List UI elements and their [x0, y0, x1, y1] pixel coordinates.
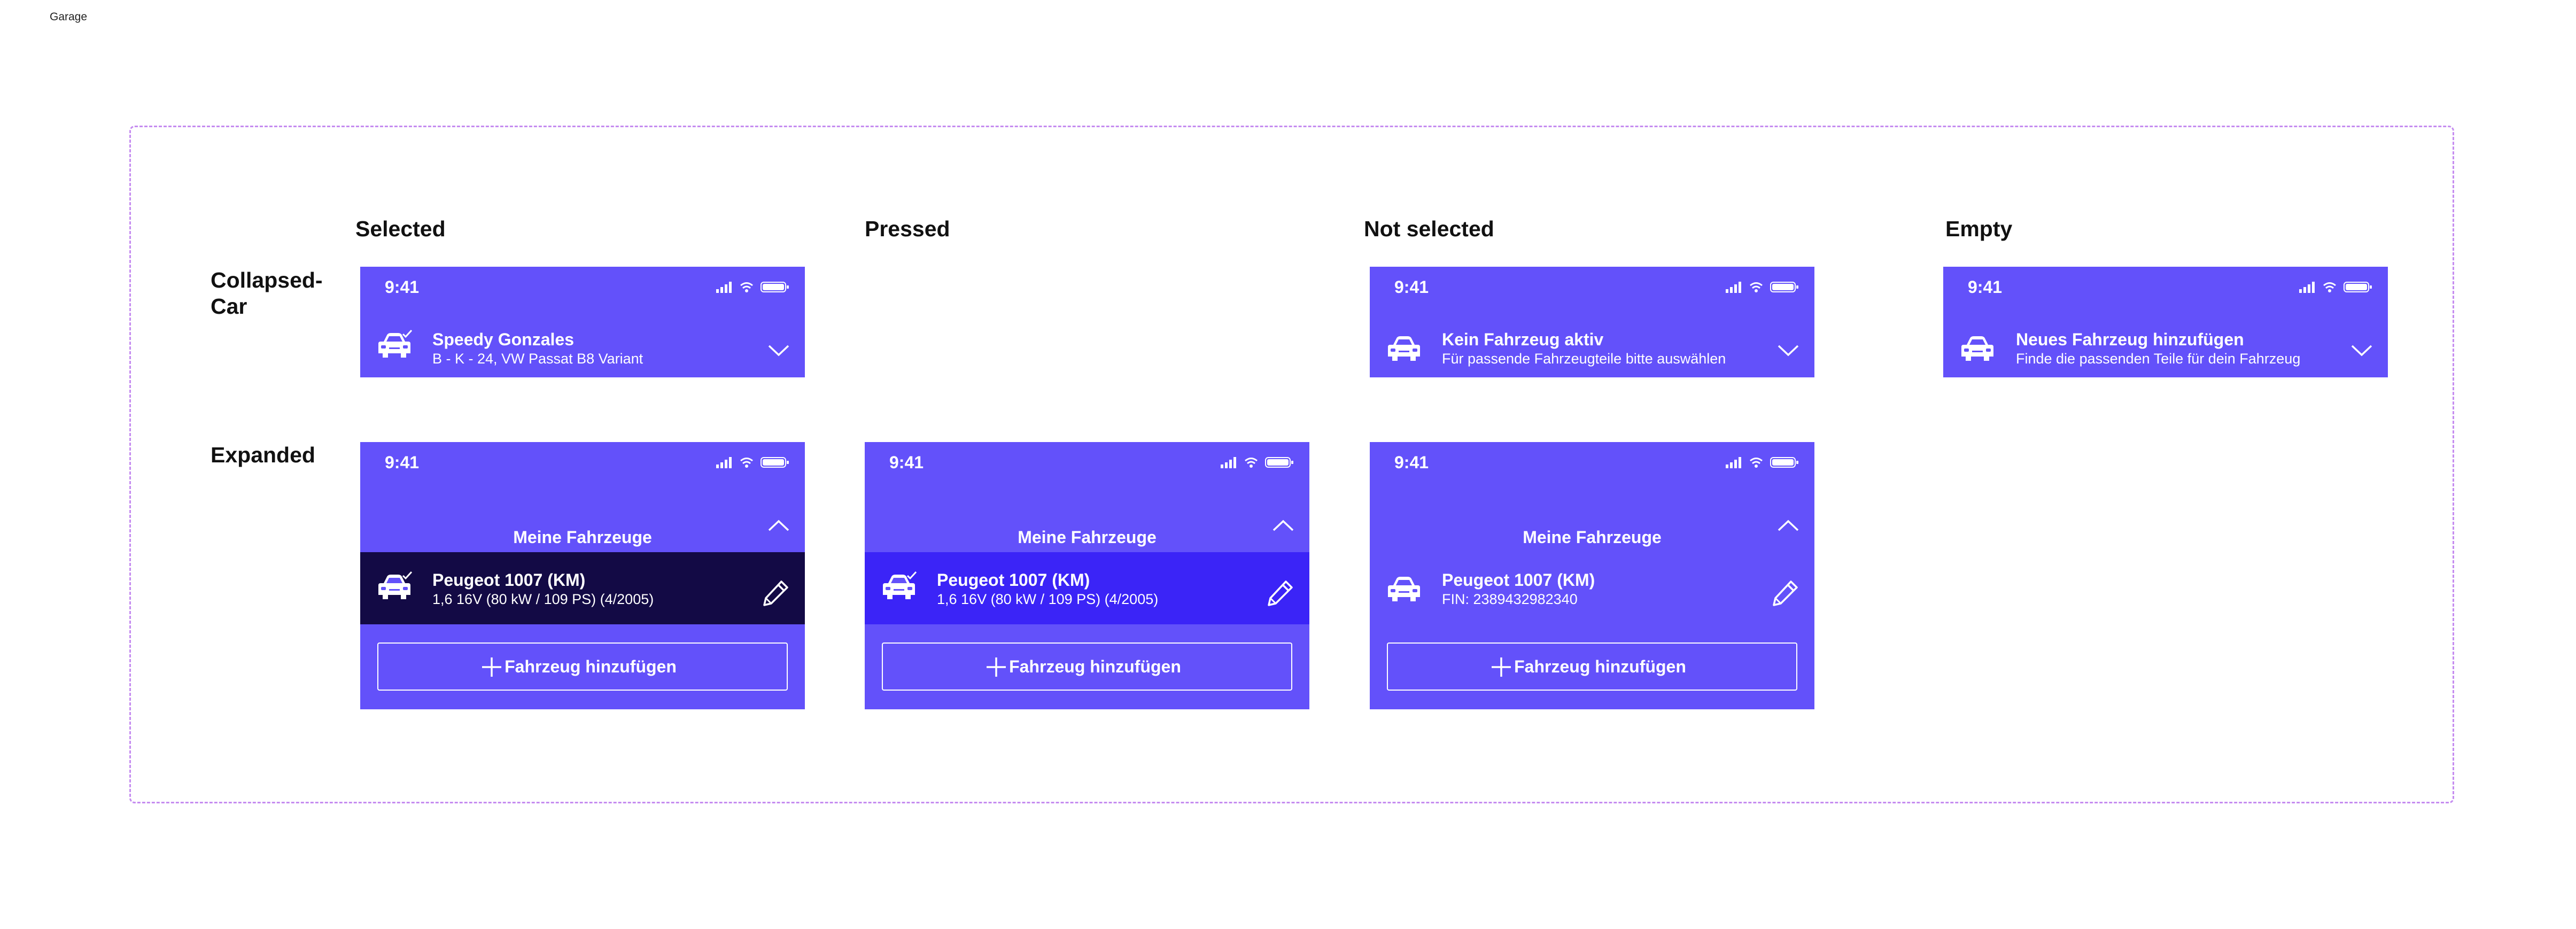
status-time: 9:41 — [385, 453, 420, 472]
status-time: 9:41 — [1968, 277, 2003, 297]
status-time: 9:41 — [1394, 453, 1429, 472]
expanded-pressed-card: 9:41 Meine Fahrzeuge Peugeot 1007 (KM) 1… — [865, 442, 1309, 709]
vehicle-list-item[interactable]: Peugeot 1007 (KM) FIN: 2389432982340 — [1370, 552, 1814, 624]
column-title-pressed: Pressed — [865, 216, 950, 241]
vehicle-title: Kein Fahrzeug aktiv — [1442, 330, 1604, 349]
car-check-icon — [376, 571, 413, 602]
add-vehicle-label: Fahrzeug hinzufügen — [505, 657, 677, 676]
expanded-not-selected-card: 9:41 Meine Fahrzeuge Peugeot 1007 (KM) F… — [1370, 442, 1814, 709]
edit-icon[interactable] — [762, 579, 790, 607]
status-icons — [1726, 456, 1801, 469]
chevron-down-icon[interactable] — [767, 344, 790, 358]
add-vehicle-label: Fahrzeug hinzufügen — [1009, 657, 1181, 676]
edit-icon[interactable] — [1772, 579, 1799, 607]
status-icons — [716, 281, 791, 293]
vehicle-title: Peugeot 1007 (KM) — [432, 570, 586, 590]
row-title-collapsed-car: Collapsed-Car — [211, 268, 323, 319]
chevron-down-icon[interactable] — [1777, 344, 1799, 358]
status-icons — [2299, 281, 2374, 293]
chevron-up-icon[interactable] — [1777, 518, 1799, 532]
garage-header-title: Meine Fahrzeuge — [513, 528, 652, 547]
collapsed-not-selected-card[interactable]: 9:41 Kein Fahrzeug aktiv Für passende Fa… — [1370, 267, 1814, 377]
collapsed-selected-card[interactable]: 9:41 Speedy Gonzales B - K - 24, VW Pass… — [360, 267, 805, 377]
vehicle-subtitle: B - K - 24, VW Passat B8 Variant — [432, 351, 643, 367]
add-vehicle-label: Fahrzeug hinzufügen — [1514, 657, 1686, 676]
vehicle-subtitle: 1,6 16V (80 kW / 109 PS) (4/2005) — [432, 591, 654, 607]
car-icon — [1959, 333, 1996, 364]
status-bar: 9:41 — [865, 442, 1309, 483]
chevron-down-icon[interactable] — [2350, 344, 2373, 358]
add-vehicle-button[interactable]: Fahrzeug hinzufügen — [377, 642, 788, 691]
garage-header-title: Meine Fahrzeuge — [1523, 528, 1662, 547]
car-icon — [1386, 574, 1422, 605]
chevron-up-icon[interactable] — [767, 518, 790, 532]
vehicle-list-item[interactable]: Peugeot 1007 (KM) 1,6 16V (80 kW / 109 P… — [865, 552, 1309, 624]
vehicle-title: Peugeot 1007 (KM) — [1442, 570, 1595, 590]
status-bar: 9:41 — [1370, 442, 1814, 483]
status-icons — [1221, 456, 1295, 469]
status-icons — [1726, 281, 1801, 293]
column-title-selected: Selected — [355, 216, 446, 241]
car-check-icon — [881, 571, 917, 602]
add-vehicle-button[interactable]: Fahrzeug hinzufügen — [1387, 642, 1797, 691]
status-time: 9:41 — [889, 453, 924, 472]
status-bar: 9:41 — [1943, 267, 2388, 307]
row-title-expanded: Expanded — [211, 443, 315, 467]
vehicle-title: Neues Fahrzeug hinzufügen — [2016, 330, 2244, 349]
column-title-not-selected: Not selected — [1364, 216, 1494, 241]
column-title-empty: Empty — [1945, 216, 2013, 241]
vehicle-subtitle: Für passende Fahrzeugteile bitte auswähl… — [1442, 351, 1726, 367]
vehicle-title: Peugeot 1007 (KM) — [937, 570, 1090, 590]
chevron-up-icon[interactable] — [1272, 518, 1294, 532]
edit-icon[interactable] — [1267, 579, 1294, 607]
status-bar: 9:41 — [1370, 267, 1814, 307]
status-icons — [716, 456, 791, 469]
vehicle-subtitle: 1,6 16V (80 kW / 109 PS) (4/2005) — [937, 591, 1159, 607]
page-label: Garage — [50, 11, 88, 23]
vehicle-subtitle: Finde die passenden Teile für dein Fahrz… — [2016, 351, 2301, 367]
garage-header-title: Meine Fahrzeuge — [1018, 528, 1157, 547]
vehicle-title: Speedy Gonzales — [432, 330, 574, 349]
status-time: 9:41 — [385, 277, 420, 297]
collapsed-empty-card[interactable]: 9:41 Neues Fahrzeug hinzufügen Finde die… — [1943, 267, 2388, 377]
status-time: 9:41 — [1394, 277, 1429, 297]
vehicle-list-item[interactable]: Peugeot 1007 (KM) 1,6 16V (80 kW / 109 P… — [360, 552, 805, 624]
expanded-selected-card: 9:41 Meine Fahrzeuge Peugeot 1007 (KM) 1… — [360, 442, 805, 709]
car-check-icon — [376, 330, 413, 361]
status-bar: 9:41 — [360, 267, 805, 307]
vehicle-subtitle: FIN: 2389432982340 — [1442, 591, 1578, 607]
car-icon — [1386, 333, 1422, 364]
add-vehicle-button[interactable]: Fahrzeug hinzufügen — [882, 642, 1292, 691]
status-bar: 9:41 — [360, 442, 805, 483]
